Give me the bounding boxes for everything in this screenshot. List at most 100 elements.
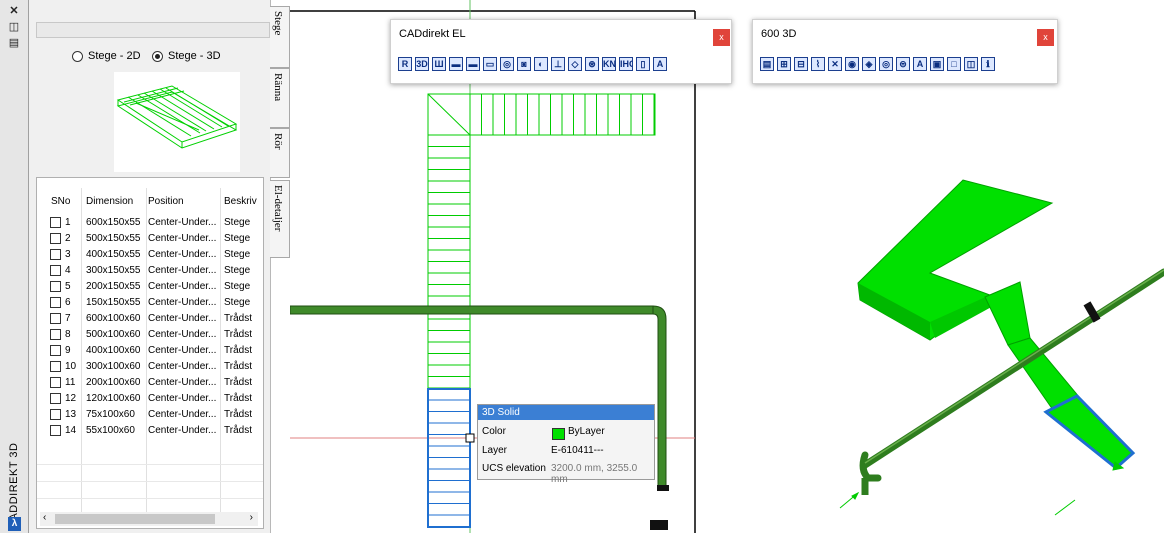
row-sno: 12: [65, 393, 77, 404]
d3-tool-icon-4[interactable]: ⌇: [811, 57, 825, 71]
radio-3d-circle[interactable]: [152, 50, 163, 62]
d3-tool-icon-6[interactable]: ◉: [845, 57, 859, 71]
row-checkbox[interactable]: [50, 313, 61, 324]
toolbar-el-close-button[interactable]: x: [713, 29, 730, 46]
table-row[interactable]: 7 600x100x60 Center-Under... Trådst: [37, 311, 263, 326]
toolbar-3d-close-button[interactable]: x: [1037, 29, 1054, 46]
close-icon[interactable]: ✕: [8, 5, 20, 17]
tab-stege[interactable]: Stege: [270, 6, 290, 68]
el-tool-icon-2[interactable]: 3D: [415, 57, 429, 71]
el-tool-icon-6[interactable]: ▭: [483, 57, 497, 71]
el-tool-icon-8[interactable]: ◙: [517, 57, 531, 71]
d3-tool-icon-10[interactable]: A: [913, 57, 927, 71]
row-checkbox[interactable]: [50, 393, 61, 404]
row-checkbox[interactable]: [50, 361, 61, 372]
search-bar[interactable]: [36, 22, 270, 38]
el-tool-icon-13[interactable]: KN: [602, 57, 616, 71]
tooltip-ucs-label: UCS elevation: [482, 463, 546, 474]
row-position: Center-Under...: [148, 217, 217, 228]
row-sno: 14: [65, 425, 77, 436]
row-checkbox[interactable]: [50, 217, 61, 228]
el-tool-icon-3[interactable]: Ш: [432, 57, 446, 71]
el-tool-icon-11[interactable]: ◇: [568, 57, 582, 71]
tab-ranna[interactable]: Ränna: [270, 68, 290, 128]
d3-tool-icon-2[interactable]: ⊞: [777, 57, 791, 71]
d3-tool-icon-1[interactable]: ▤: [760, 57, 774, 71]
row-checkbox[interactable]: [50, 345, 61, 356]
row-checkbox[interactable]: [50, 233, 61, 244]
table-row[interactable]: 13 75x100x60 Center-Under... Trådst: [37, 407, 263, 422]
table-row[interactable]: 8 500x100x60 Center-Under... Trådst: [37, 327, 263, 342]
el-tool-icon-5[interactable]: ▬: [466, 57, 480, 71]
row-description: Trådst: [224, 345, 252, 356]
row-description: Stege: [224, 249, 251, 260]
el-tool-icon-4[interactable]: ▬: [449, 57, 463, 71]
tray-table: SNo Dimension Position Beskriv 1 600x150x…: [36, 177, 264, 529]
table-row[interactable]: 6 150x150x55 Center-Under... Stege: [37, 295, 263, 310]
header-sno[interactable]: SNo: [51, 196, 70, 207]
row-checkbox[interactable]: [50, 377, 61, 388]
d3-tool-icon-9[interactable]: ⊜: [896, 57, 910, 71]
d3-tool-icon-13[interactable]: ◫: [964, 57, 978, 71]
table-row[interactable]: 10 300x100x60 Center-Under... Trådst: [37, 359, 263, 374]
scroll-left-icon[interactable]: ‹: [43, 512, 46, 523]
tab-ror[interactable]: Rör: [270, 128, 290, 178]
row-sno: 3: [65, 249, 71, 260]
header-description[interactable]: Beskriv: [224, 196, 257, 207]
row-checkbox[interactable]: [50, 281, 61, 292]
radio-2d-circle[interactable]: [72, 50, 83, 62]
tab-el-detaljer[interactable]: El-detaljer: [270, 180, 290, 258]
el-tool-icon-10[interactable]: ⊥: [551, 57, 565, 71]
row-checkbox[interactable]: [50, 297, 61, 308]
row-checkbox[interactable]: [50, 409, 61, 420]
row-checkbox[interactable]: [50, 249, 61, 260]
radio-2d[interactable]: Stege - 2D: [72, 50, 141, 62]
scrollbar-thumb[interactable]: [55, 514, 215, 524]
row-checkbox[interactable]: [50, 329, 61, 340]
el-tool-icon-14[interactable]: IHC: [619, 57, 633, 71]
table-row[interactable]: 11 200x100x60 Center-Under... Trådst: [37, 375, 263, 390]
logo-icon: λ: [8, 517, 21, 531]
el-tool-icon-1[interactable]: R: [398, 57, 412, 71]
row-sno: 5: [65, 281, 71, 292]
row-description: Stege: [224, 233, 251, 244]
horizontal-scrollbar[interactable]: ‹ ›: [40, 512, 258, 526]
d3-tool-icon-5[interactable]: ✕: [828, 57, 842, 71]
row-dimension: 400x100x60: [86, 345, 141, 356]
el-tool-icon-12[interactable]: ⊛: [585, 57, 599, 71]
d3-tool-icon-7[interactable]: ◈: [862, 57, 876, 71]
el-tool-icon-15[interactable]: ▯: [636, 57, 650, 71]
row-checkbox[interactable]: [50, 425, 61, 436]
header-position[interactable]: Position: [148, 196, 184, 207]
el-tool-icon-7[interactable]: ◎: [500, 57, 514, 71]
header-dimension[interactable]: Dimension: [86, 196, 133, 207]
el-tool-icon-9[interactable]: ◐: [534, 57, 548, 71]
properties-icon[interactable]: ▤: [8, 37, 20, 49]
row-position: Center-Under...: [148, 345, 217, 356]
d3-tool-icon-3[interactable]: ⊟: [794, 57, 808, 71]
table-row[interactable]: 1 600x150x55 Center-Under... Stege: [37, 215, 263, 230]
row-position: Center-Under...: [148, 313, 217, 324]
row-position: Center-Under...: [148, 233, 217, 244]
table-row[interactable]: 5 200x150x55 Center-Under... Stege: [37, 279, 263, 294]
table-row[interactable]: 4 300x150x55 Center-Under... Stege: [37, 263, 263, 278]
d3-tool-icon-14[interactable]: ℹ: [981, 57, 995, 71]
tooltip-ucs-value: 3200.0 mm, 3255.0 mm: [551, 463, 638, 485]
table-row[interactable]: 14 55x100x60 Center-Under... Trådst: [37, 423, 263, 438]
table-row[interactable]: 3 400x150x55 Center-Under... Stege: [37, 247, 263, 262]
row-position: Center-Under...: [148, 393, 217, 404]
d3-tool-icon-8[interactable]: ◎: [879, 57, 893, 71]
row-checkbox[interactable]: [50, 265, 61, 276]
table-row[interactable]: 12 120x100x60 Center-Under... Trådst: [37, 391, 263, 406]
d3-tool-icon-12[interactable]: □: [947, 57, 961, 71]
row-description: Trådst: [224, 313, 252, 324]
scroll-right-icon[interactable]: ›: [250, 512, 253, 523]
table-row[interactable]: 9 400x100x60 Center-Under... Trådst: [37, 343, 263, 358]
row-dimension: 200x100x60: [86, 377, 141, 388]
row-description: Stege: [224, 297, 251, 308]
d3-tool-icon-11[interactable]: ▣: [930, 57, 944, 71]
el-tool-icon-16[interactable]: A: [653, 57, 667, 71]
autohide-icon[interactable]: ◫: [8, 21, 20, 33]
table-row[interactable]: 2 500x150x55 Center-Under... Stege: [37, 231, 263, 246]
radio-3d[interactable]: Stege - 3D: [152, 50, 221, 62]
